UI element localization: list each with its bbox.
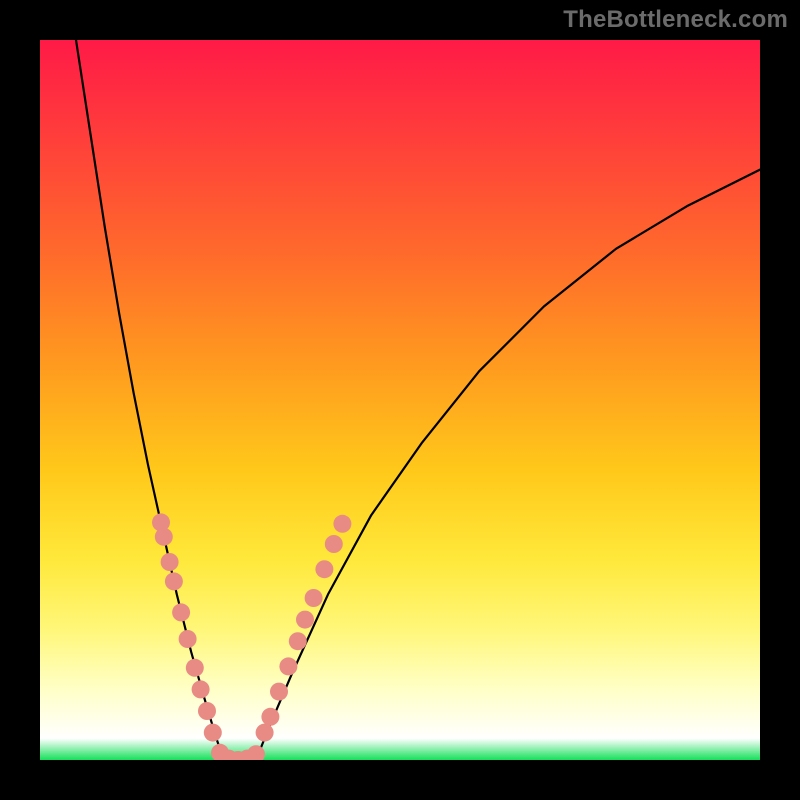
marker-dot	[325, 535, 343, 553]
watermark-text: TheBottleneck.com	[563, 6, 788, 34]
chart-frame: TheBottleneck.com	[0, 0, 800, 800]
marker-dot	[192, 680, 210, 698]
marker-dot	[247, 745, 265, 760]
marker-dot	[296, 611, 314, 629]
marker-dot	[289, 632, 307, 650]
marker-dot	[186, 659, 204, 677]
curve-svg	[40, 40, 760, 760]
dots-group	[152, 513, 351, 760]
marker-dot	[270, 683, 288, 701]
bottleneck-curve	[76, 40, 760, 760]
marker-dot	[198, 702, 216, 720]
marker-dot	[279, 657, 297, 675]
marker-dot	[165, 572, 183, 590]
marker-dot	[333, 515, 351, 533]
marker-dot	[305, 589, 323, 607]
plot-area	[40, 40, 760, 760]
marker-dot	[256, 724, 274, 742]
marker-dot	[204, 724, 222, 742]
marker-dot	[261, 708, 279, 726]
marker-dot	[155, 528, 173, 546]
marker-dot	[161, 553, 179, 571]
curve-group	[76, 40, 760, 760]
marker-dot	[179, 630, 197, 648]
marker-dot	[172, 603, 190, 621]
marker-dot	[315, 560, 333, 578]
